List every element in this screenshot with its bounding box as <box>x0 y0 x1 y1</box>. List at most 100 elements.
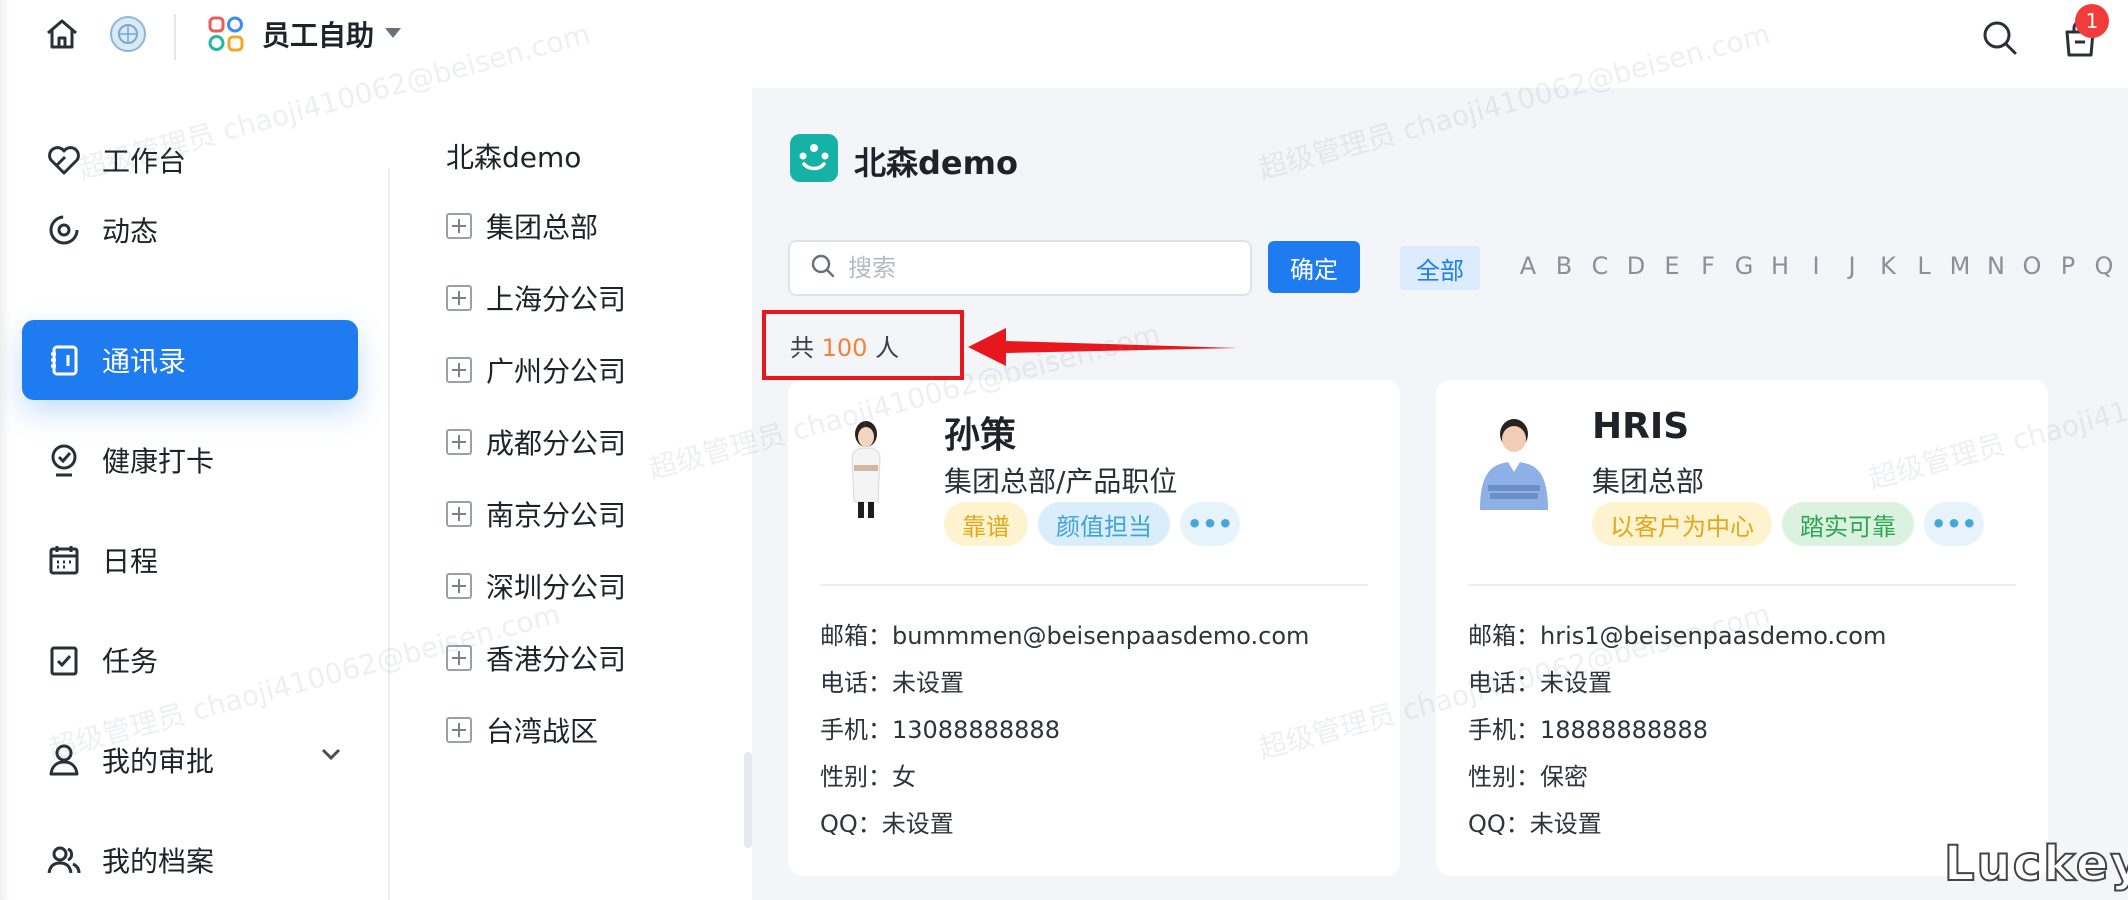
sidebar-item-contacts[interactable]: 通讯录 <box>22 320 358 400</box>
letter-filter[interactable]: A <box>1515 252 1541 280</box>
approval-icon <box>44 740 84 780</box>
tree-node[interactable]: 深圳分公司 <box>446 566 626 606</box>
profile-icon <box>44 840 84 880</box>
card-divider <box>1468 584 2016 586</box>
contact-gender: 性别：女 <box>820 763 916 791</box>
sidebar-item-health-check[interactable]: 健康打卡 <box>22 420 358 500</box>
expand-icon[interactable] <box>446 285 472 311</box>
sidebar-item-profile[interactable]: 我的档案 <box>22 820 358 900</box>
sidebar-item-approval[interactable]: 我的审批 <box>22 720 358 800</box>
tree-node-label: 集团总部 <box>486 211 599 244</box>
sidebar-item-workbench[interactable]: 工作台 <box>22 120 358 200</box>
letter-filter[interactable]: O <box>2019 252 2045 280</box>
expand-icon[interactable] <box>446 645 472 671</box>
search-input[interactable] <box>848 254 1228 282</box>
filter-all-button[interactable]: 全部 <box>1400 246 1480 290</box>
tree-node[interactable]: 广州分公司 <box>446 350 626 390</box>
letter-filter[interactable]: K <box>1875 252 1901 280</box>
sidebar-item-label: 我的审批 <box>102 745 215 778</box>
tree-node[interactable]: 集团总部 <box>446 206 598 246</box>
sidebar-item-task[interactable]: 任务 <box>22 620 358 700</box>
workbench-icon <box>44 140 84 180</box>
edge-shadow <box>0 0 10 900</box>
letter-filter[interactable]: L <box>1911 252 1937 280</box>
sidebar-item-calendar[interactable]: 日程 <box>22 520 358 600</box>
org-logo-icon <box>790 134 838 182</box>
letter-filter[interactable]: J <box>1839 252 1865 280</box>
app-grid-icon[interactable] <box>206 14 246 54</box>
contact-department: 集团总部 <box>1592 465 1705 498</box>
expand-icon[interactable] <box>446 213 472 239</box>
notification-badge: 1 <box>2075 4 2109 38</box>
contact-tags: 以客户为中心 踏实可靠 ••• <box>1592 502 1994 546</box>
letter-filter[interactable]: C <box>1587 252 1613 280</box>
contact-mobile: 手机：13088888888 <box>820 716 1060 744</box>
expand-icon[interactable] <box>446 357 472 383</box>
top-bar: 员工自助 1 <box>0 0 2128 70</box>
contact-qq: QQ：未设置 <box>1468 810 1602 838</box>
more-tags-button[interactable]: ••• <box>1180 502 1240 546</box>
contact-mobile: 手机：18888888888 <box>1468 716 1708 744</box>
confirm-button[interactable]: 确定 <box>1268 241 1360 293</box>
more-tags-button[interactable]: ••• <box>1924 502 1984 546</box>
expand-icon[interactable] <box>446 501 472 527</box>
tree-node[interactable]: 成都分公司 <box>446 422 626 462</box>
home-icon[interactable] <box>42 14 82 54</box>
contact-tags: 靠谱 颜值担当 ••• <box>944 502 1250 546</box>
sidebar-item-feed[interactable]: 动态 <box>22 190 358 270</box>
health-check-icon <box>44 440 84 480</box>
letter-filter[interactable]: P <box>2055 252 2081 280</box>
tree-node-label: 成都分公司 <box>486 427 627 460</box>
page: 员工自助 1 工作台 动态 通讯录 健康打卡 日程 任务 我的审批 我的档案 北… <box>0 0 2128 900</box>
contacts-icon <box>44 340 84 380</box>
tree-node-label: 上海分公司 <box>486 283 627 316</box>
sidebar-item-label: 我的档案 <box>102 845 215 878</box>
tree-node[interactable]: 香港分公司 <box>446 638 626 678</box>
contact-card[interactable]: HRIS 集团总部 以客户为中心 踏实可靠 ••• 邮箱：hris1@beise… <box>1436 380 2048 876</box>
feed-icon <box>44 210 84 250</box>
contact-name: 孙策 <box>944 415 1017 456</box>
tree-node[interactable]: 南京分公司 <box>446 494 626 534</box>
caret-down-icon[interactable] <box>382 22 404 44</box>
sidebar-item-label: 通讯录 <box>102 345 187 378</box>
contact-email: 邮箱：hris1@beisenpaasdemo.com <box>1468 622 1887 650</box>
calendar-icon <box>44 540 84 580</box>
contact-card[interactable]: 孙策 集团总部/产品职位 靠谱 颜值担当 ••• 邮箱：bummmen@beis… <box>788 380 1400 876</box>
chevron-down-icon[interactable] <box>320 746 342 765</box>
tag: 踏实可靠 <box>1782 502 1914 546</box>
letter-filter[interactable]: D <box>1623 252 1649 280</box>
tree-node[interactable]: 上海分公司 <box>446 278 626 318</box>
app-switcher[interactable]: 员工自助 <box>262 14 374 54</box>
letter-filter[interactable]: G <box>1731 252 1757 280</box>
sidebar-nav: 工作台 动态 通讯录 健康打卡 日程 任务 我的审批 我的档案 <box>0 70 390 900</box>
tree-scrollbar[interactable] <box>744 752 752 848</box>
card-divider <box>820 584 1368 586</box>
letter-filter[interactable]: M <box>1947 252 1973 280</box>
annotation-arrow <box>966 322 1240 376</box>
tag: 以客户为中心 <box>1592 502 1772 546</box>
letter-filter[interactable]: B <box>1551 252 1577 280</box>
sidebar-item-label: 动态 <box>102 215 159 248</box>
organization-logo-icon[interactable] <box>106 12 150 56</box>
letter-filter[interactable]: H <box>1767 252 1793 280</box>
contact-name: HRIS <box>1592 406 1690 447</box>
tree-node[interactable]: 台湾战区 <box>446 710 598 750</box>
letter-filter[interactable]: F <box>1695 252 1721 280</box>
tree-node-label: 深圳分公司 <box>486 571 627 604</box>
expand-icon[interactable] <box>446 429 472 455</box>
expand-icon[interactable] <box>446 573 472 599</box>
tag: 颜值担当 <box>1038 502 1170 546</box>
topbar-divider <box>174 14 176 60</box>
letter-filter[interactable]: N <box>1983 252 2009 280</box>
letter-filter[interactable]: I <box>1803 252 1829 280</box>
letter-filter[interactable]: E <box>1659 252 1685 280</box>
tree-root[interactable]: 北森demo <box>446 136 581 176</box>
search-icon[interactable] <box>1978 16 2022 60</box>
app-name-label: 员工自助 <box>262 19 375 52</box>
expand-icon[interactable] <box>446 717 472 743</box>
sidebar-item-label: 工作台 <box>102 145 187 178</box>
avatar <box>818 410 914 520</box>
tree-node-label: 南京分公司 <box>486 499 627 532</box>
search-field[interactable] <box>788 240 1252 296</box>
letter-filter[interactable]: Q <box>2091 252 2117 280</box>
